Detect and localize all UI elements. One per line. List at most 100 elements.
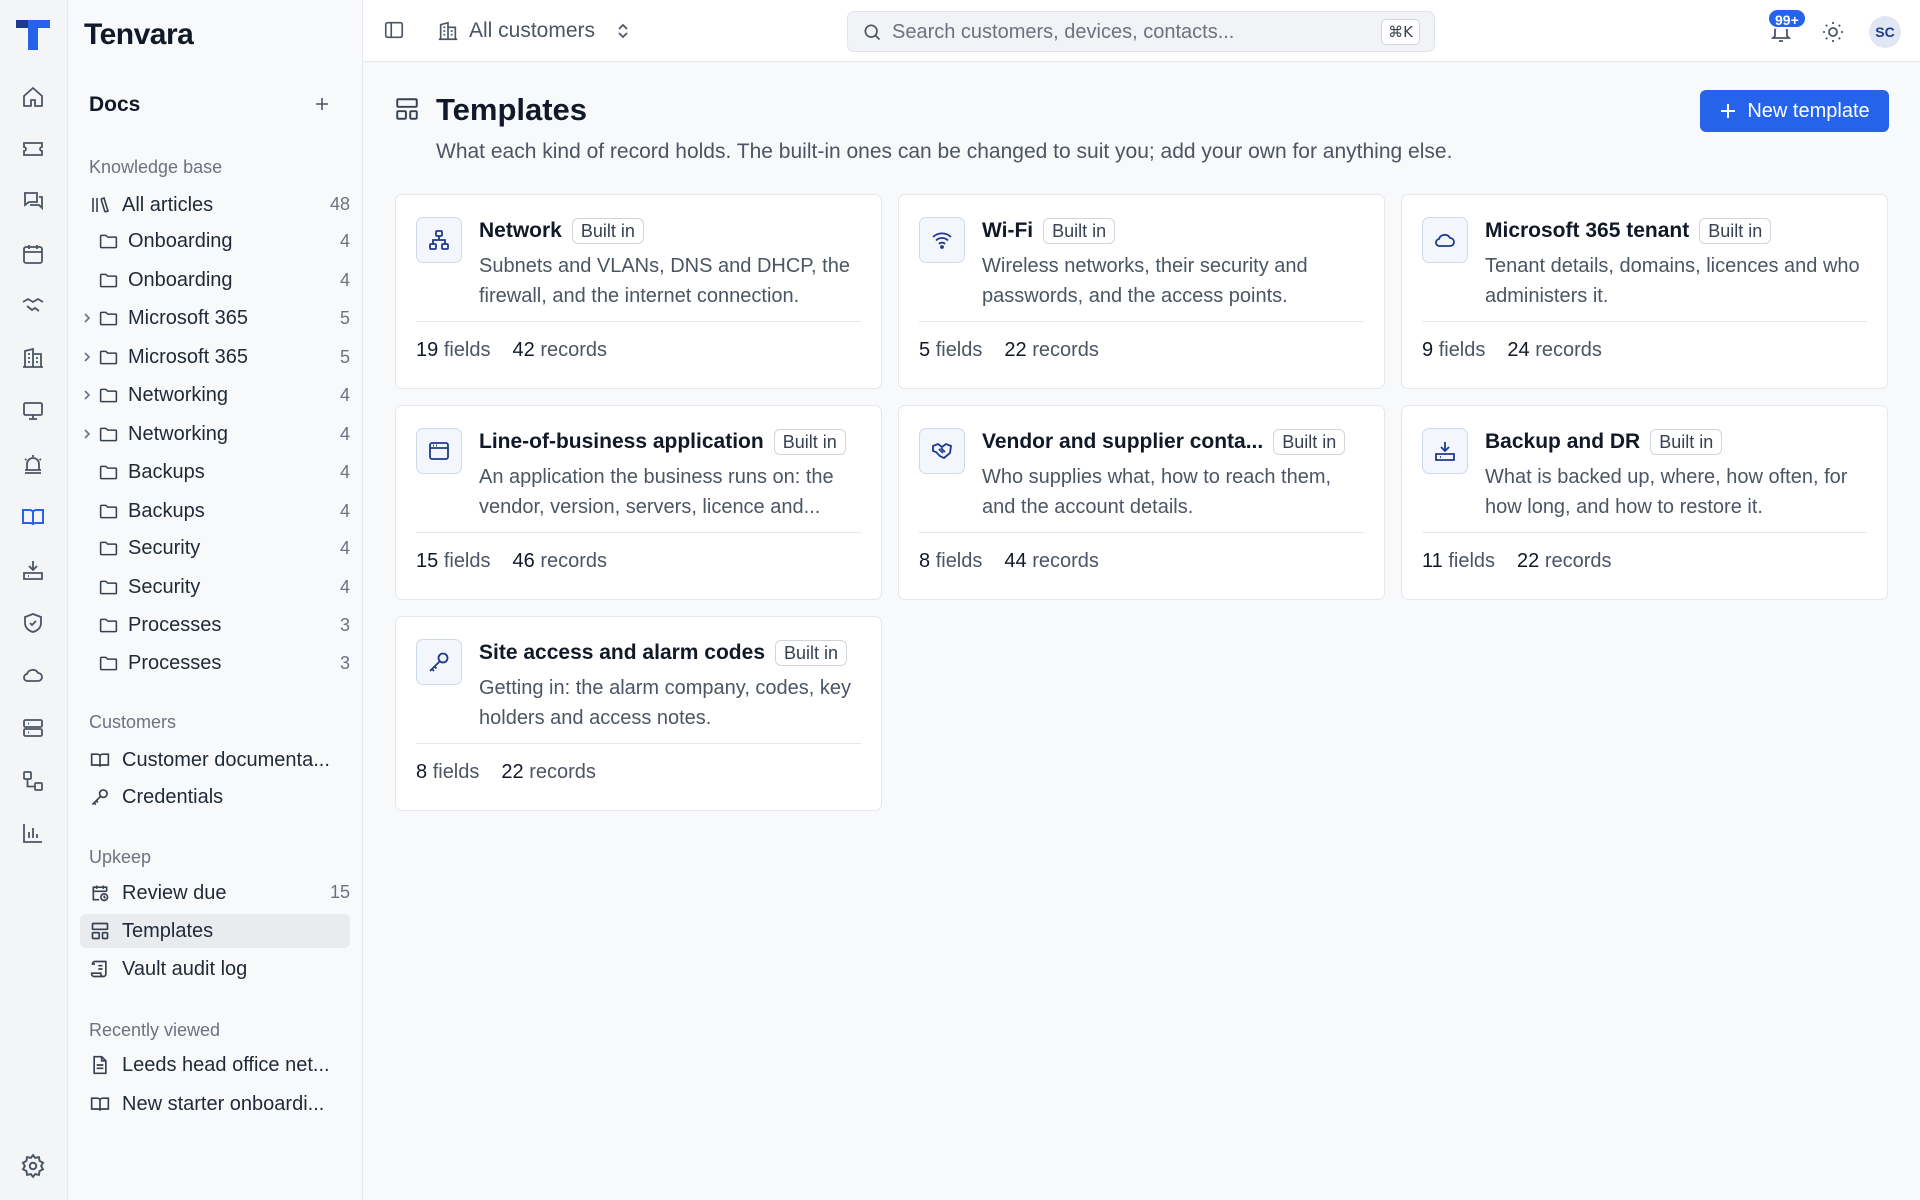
folder-count: 4: [339, 270, 350, 290]
download-drive-icon[interactable]: [19, 556, 47, 584]
sidebar-folder-networking[interactable]: Networking 4: [80, 379, 350, 413]
docs-sidebar: Tenvara Docs Knowledge base All articles…: [68, 0, 363, 1200]
layout-template-icon: [394, 96, 420, 122]
sidebar-item-review-due[interactable]: Review due 15: [80, 876, 350, 910]
template-card[interactable]: Wi-Fi Built in Wireless networks, their se…: [898, 194, 1385, 389]
scroll-text-icon: [90, 959, 110, 979]
fields-word: fields: [443, 550, 491, 572]
siren-icon[interactable]: [19, 450, 47, 478]
chevron-right-icon[interactable]: [80, 388, 94, 402]
template-card[interactable]: Network Built in Subnets and VLANs, DNS an…: [395, 194, 882, 389]
template-title: Microsoft 365 tenant: [1485, 219, 1690, 242]
template-description: Tenant details, domains, licences and wh…: [1485, 255, 1860, 307]
global-search[interactable]: ⌘K: [847, 11, 1435, 52]
messages-icon[interactable]: [19, 187, 47, 215]
sidebar-folder-security[interactable]: Security 4: [80, 571, 350, 605]
chevron-right-icon[interactable]: [80, 427, 94, 441]
templates-label: Templates: [122, 920, 214, 942]
sidebar-folder-backups[interactable]: Backups 4: [80, 495, 350, 529]
server-icon[interactable]: [19, 714, 47, 742]
recent-item-new-starter[interactable]: New starter onboardi...: [80, 1087, 350, 1121]
theme-sun-icon[interactable]: [1821, 20, 1845, 44]
chevrons-up-down-icon: [615, 22, 631, 40]
chevron-right-icon[interactable]: [80, 311, 94, 325]
sidebar-item-templates[interactable]: Templates: [80, 914, 350, 948]
download-drive-icon: [1422, 428, 1468, 474]
folder-count: 4: [339, 424, 350, 444]
fields-word: fields: [1438, 339, 1486, 361]
folder-count: 4: [339, 577, 350, 597]
template-stats: 9 fields 24 records: [1422, 339, 1602, 362]
card-header: Network Built in: [479, 215, 865, 247]
built-in-badge: Built in: [571, 218, 644, 244]
sidebar-folder-processes[interactable]: Processes 3: [80, 647, 350, 681]
notification-count-badge: 99+: [1767, 8, 1807, 29]
template-title: Wi-Fi: [982, 219, 1034, 242]
folder-count: 4: [339, 462, 350, 482]
folder-count: 4: [339, 385, 350, 405]
folder-label: Microsoft 365: [128, 346, 249, 368]
calendar-icon[interactable]: [19, 240, 47, 268]
fields-word: fields: [935, 550, 983, 572]
search-input[interactable]: [892, 19, 1362, 45]
card-header: Line-of-business application Built in: [479, 426, 865, 458]
records-count: 24: [1507, 339, 1530, 361]
sidebar-item-credentials[interactable]: Credentials: [80, 780, 350, 814]
fields-count: 11: [1422, 550, 1443, 572]
records-word: records: [540, 339, 608, 361]
template-card[interactable]: Line-of-business application Built in An a…: [395, 405, 882, 600]
folder-label: Backups: [128, 500, 205, 522]
built-in-badge: Built in: [775, 640, 848, 666]
sidebar-toggle-icon[interactable]: [383, 19, 405, 41]
sidebar-folder-microsoft-365[interactable]: Microsoft 365 5: [80, 341, 350, 375]
template-card[interactable]: Site access and alarm codes Built in Getti…: [395, 616, 882, 811]
building-icon[interactable]: [19, 344, 47, 372]
monitor-icon[interactable]: [19, 397, 47, 425]
sidebar-folder-networking[interactable]: Networking 4: [80, 418, 350, 452]
card-divider: [1422, 321, 1867, 322]
folder-label: Processes: [128, 614, 222, 636]
sidebar-folder-onboarding[interactable]: Onboarding 4: [80, 225, 350, 259]
ticket-icon[interactable]: [19, 135, 47, 163]
folder-count: 4: [339, 501, 350, 521]
folder-icon: [98, 308, 119, 329]
folder-icon: [98, 385, 119, 406]
credentials-label: Credentials: [122, 786, 224, 808]
folder-icon: [98, 577, 119, 598]
sidebar-folder-microsoft-365[interactable]: Microsoft 365 5: [80, 302, 350, 336]
template-card[interactable]: Microsoft 365 tenant Built in Tenant detai…: [1401, 194, 1888, 389]
tenvara-logo-icon[interactable]: [14, 16, 52, 52]
workflow-icon[interactable]: [19, 767, 47, 795]
template-card[interactable]: Backup and DR Built in What is backed up, …: [1401, 405, 1888, 600]
customer-selector[interactable]: All customers: [437, 16, 631, 46]
folder-count: 3: [339, 615, 350, 635]
cloud-icon[interactable]: [19, 661, 47, 689]
sidebar-folder-backups[interactable]: Backups 4: [80, 456, 350, 490]
top-bar: All customers ⌘K 99+ SC: [363, 0, 1920, 62]
sidebar-folder-onboarding[interactable]: Onboarding 4: [80, 264, 350, 298]
handshake-icon[interactable]: [19, 292, 47, 320]
folder-count: 4: [339, 538, 350, 558]
template-card[interactable]: Vendor and supplier conta... Built in Who …: [898, 405, 1385, 600]
new-template-button[interactable]: New template: [1700, 90, 1889, 132]
chevron-right-icon[interactable]: [80, 350, 94, 364]
home-icon[interactable]: [19, 83, 47, 111]
settings-gear-icon[interactable]: [20, 1153, 46, 1179]
user-avatar[interactable]: SC: [1869, 16, 1901, 48]
add-doc-plus-icon[interactable]: [310, 92, 334, 116]
sidebar-item-customer-documentation[interactable]: Customer documenta...: [80, 743, 350, 777]
records-word: records: [1032, 339, 1099, 361]
sidebar-folder-security[interactable]: Security 4: [80, 532, 350, 566]
fields-word: fields: [1448, 550, 1496, 572]
bar-chart-icon[interactable]: [19, 819, 47, 847]
sidebar-item-all-articles[interactable]: All articles 48: [80, 188, 350, 222]
sidebar-item-vault-audit-log[interactable]: Vault audit log: [80, 952, 350, 986]
customer-documentation-label: Customer documenta...: [122, 749, 330, 771]
book-open-icon[interactable]: [19, 503, 47, 531]
all-articles-count: 48: [329, 194, 350, 214]
built-in-badge: Built in: [773, 429, 846, 455]
recent-item-leeds[interactable]: Leeds head office net...: [80, 1048, 350, 1082]
fields-count: 8: [416, 761, 428, 783]
sidebar-folder-processes[interactable]: Processes 3: [80, 609, 350, 643]
shield-check-icon[interactable]: [19, 609, 47, 637]
